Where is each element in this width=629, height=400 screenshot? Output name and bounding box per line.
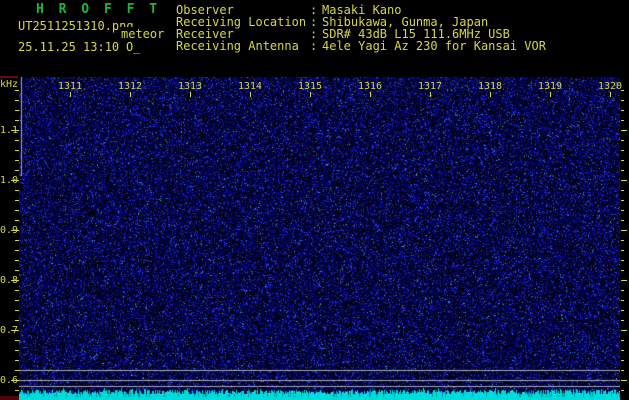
x-tick-label: 1312 <box>115 81 145 92</box>
tick-mark <box>15 90 19 91</box>
hrofft-screen: H R O F F T UT2511251310.png meteor 25.1… <box>0 0 629 400</box>
tick-mark <box>621 210 624 211</box>
tick-mark <box>621 180 627 181</box>
tick-mark <box>15 300 19 301</box>
tick-mark <box>621 270 624 271</box>
x-tick-label: 1311 <box>55 81 85 92</box>
tick-mark <box>15 210 19 211</box>
tick-mark <box>310 92 311 97</box>
tick-mark <box>621 370 624 371</box>
tick-mark <box>621 280 627 281</box>
tick-mark <box>621 300 624 301</box>
tick-mark <box>15 170 19 171</box>
tick-mark <box>15 190 19 191</box>
tick-mark <box>621 190 624 191</box>
tick-mark <box>621 350 624 351</box>
tick-mark <box>70 92 71 97</box>
x-tick-label: 1314 <box>235 81 265 92</box>
y-axis-unit-label: kHz <box>0 79 18 90</box>
tick-mark <box>15 140 19 141</box>
tick-mark <box>621 290 624 291</box>
x-tick-label: 1319 <box>535 81 565 92</box>
x-tick-label: 1313 <box>175 81 205 92</box>
tick-mark <box>250 92 251 97</box>
tick-mark <box>621 140 624 141</box>
datetime-label: 25.11.25 13:10 <box>18 40 119 54</box>
x-tick-label: 1317 <box>415 81 445 92</box>
tick-mark <box>11 180 19 181</box>
tick-mark <box>15 370 19 371</box>
tick-mark <box>621 320 624 321</box>
tick-mark <box>621 100 624 101</box>
tick-mark <box>621 150 624 151</box>
capture-filename: UT2511251310.png <box>18 19 134 33</box>
tick-mark <box>11 330 19 331</box>
tick-mark <box>190 92 191 97</box>
x-tick-label: 1315 <box>295 81 325 92</box>
tick-mark <box>621 390 624 391</box>
tick-mark <box>15 110 19 111</box>
tick-mark <box>15 240 19 241</box>
tick-mark <box>621 360 624 361</box>
spectrogram-canvas <box>19 77 620 400</box>
info-colon: : <box>310 39 322 53</box>
tick-mark <box>11 280 19 281</box>
tick-mark <box>621 230 627 231</box>
header-red-mark <box>0 76 18 78</box>
echo-counter: O_ <box>126 40 140 54</box>
tick-mark <box>370 92 371 97</box>
tick-mark <box>15 340 19 341</box>
x-tick-label: 1316 <box>355 81 385 92</box>
tick-mark <box>15 390 19 391</box>
tick-mark <box>130 92 131 97</box>
tick-mark <box>621 110 624 111</box>
tick-mark <box>11 130 19 131</box>
tick-mark <box>621 340 624 341</box>
tick-mark <box>15 200 19 201</box>
tick-mark <box>15 310 19 311</box>
tick-mark <box>15 150 19 151</box>
tick-mark <box>15 350 19 351</box>
tick-mark <box>15 100 19 101</box>
tick-mark <box>15 270 19 271</box>
tick-mark <box>610 92 611 97</box>
tick-mark <box>11 380 19 381</box>
tick-mark <box>15 320 19 321</box>
x-tick-label: 1318 <box>475 81 505 92</box>
tick-mark <box>490 92 491 97</box>
tick-mark <box>15 290 19 291</box>
tick-mark <box>621 250 624 251</box>
app-title: H R O F F T <box>36 2 161 17</box>
tick-mark <box>621 120 624 121</box>
tick-mark <box>621 220 624 221</box>
tick-mark <box>15 160 19 161</box>
tick-mark <box>621 240 624 241</box>
info-row-antenna: Receiving Antenna:4ele Yagi Az 230 for K… <box>176 39 546 53</box>
tick-mark <box>15 220 19 221</box>
tick-mark <box>550 92 551 97</box>
tick-mark <box>621 160 624 161</box>
tick-mark <box>621 90 624 91</box>
tick-mark <box>621 330 627 331</box>
tick-mark <box>621 170 624 171</box>
tick-mark <box>621 310 624 311</box>
tick-mark <box>621 200 624 201</box>
station-name: meteor <box>120 27 164 41</box>
tick-mark <box>15 260 19 261</box>
tick-mark <box>621 260 624 261</box>
tick-mark <box>15 360 19 361</box>
tick-mark <box>621 380 627 381</box>
tick-mark <box>15 120 19 121</box>
tick-mark <box>11 230 19 231</box>
info-value: 4ele Yagi Az 230 for Kansai VOR <box>322 39 546 53</box>
bottom-red-mark <box>0 396 19 400</box>
info-label: Receiving Antenna <box>176 39 310 53</box>
tick-mark <box>621 130 627 131</box>
tick-mark <box>15 250 19 251</box>
tick-mark <box>430 92 431 97</box>
